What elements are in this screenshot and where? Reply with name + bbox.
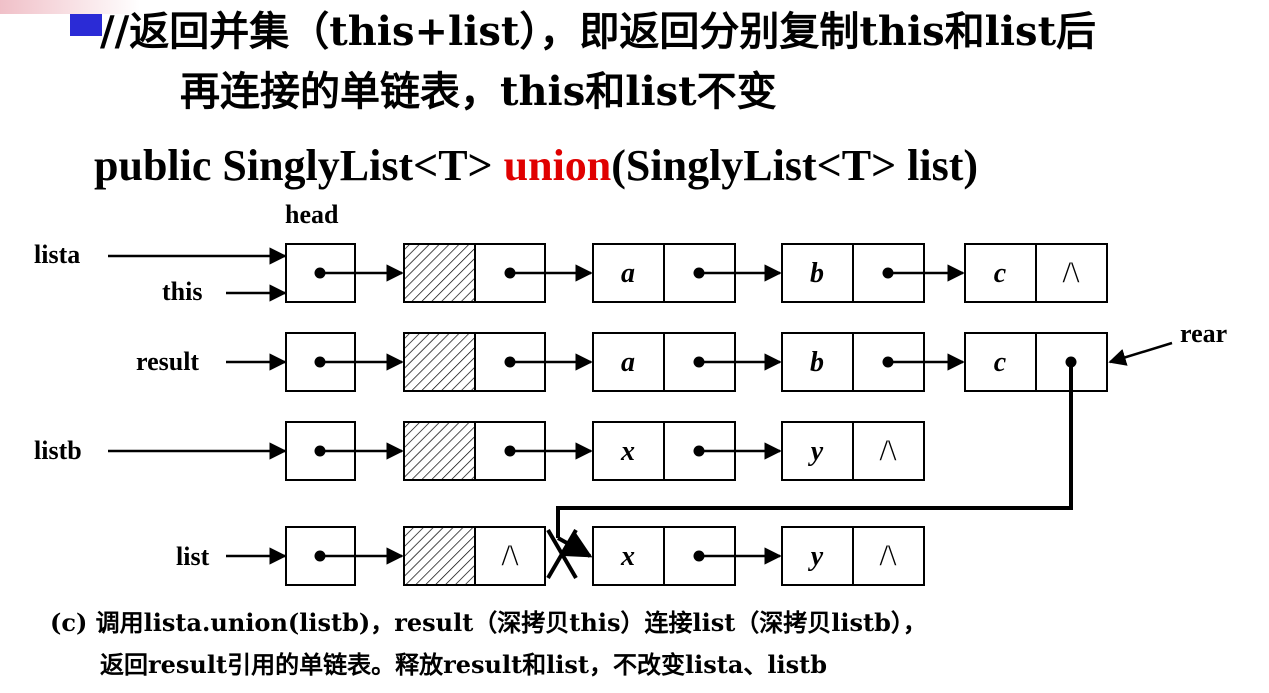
- signature-after: (SinglyList<T> list): [611, 141, 979, 190]
- listb-node-x-label: x: [620, 436, 635, 467]
- lista-node-c-null: /\: [1063, 256, 1080, 289]
- lista-header-data: [403, 243, 476, 303]
- arrow-rear: [1108, 341, 1173, 366]
- label-this: this: [162, 277, 202, 306]
- lista-node-c-label: c: [994, 258, 1007, 289]
- node-rows: a b c /\ a b c x y /\ /\ x y /\: [285, 243, 1108, 586]
- list-node-y-null: /\: [880, 539, 897, 572]
- list-header-data: [403, 526, 476, 586]
- title-line-2: 再连接的单链表，this和list不变: [180, 68, 777, 115]
- lista-node-a-label: a: [621, 258, 635, 289]
- label-head: head: [285, 200, 339, 229]
- caption-line-2: 返回result引用的单链表。释放result和list，不改变lista、li…: [100, 650, 827, 679]
- label-list: list: [176, 542, 210, 571]
- title-line-1: //返回并集（this+list），即返回分别复制this和list后: [100, 8, 1097, 55]
- label-listb: listb: [34, 436, 82, 465]
- linked-list-diagram: head lista this result listb list rear a…: [34, 200, 1227, 586]
- list-header-null: /\: [502, 539, 519, 572]
- figure-caption: (c) 调用lista.union(listb)，result（深拷贝this）…: [50, 602, 1250, 686]
- listb-node-y-null: /\: [880, 434, 897, 467]
- result-node-a-label: a: [621, 347, 635, 378]
- method-signature: public SinglyList<T> union(SinglyList<T>…: [94, 140, 978, 191]
- caption-line-1: (c) 调用lista.union(listb)，result（深拷贝this）…: [50, 608, 927, 637]
- label-lista: lista: [34, 240, 80, 269]
- listb-node-y-label: y: [808, 436, 824, 467]
- list-node-y-label: y: [808, 541, 824, 572]
- listb-header-data: [403, 421, 476, 481]
- label-rear: rear: [1180, 319, 1227, 348]
- decorative-block: [70, 14, 102, 36]
- result-node-c-label: c: [994, 347, 1007, 378]
- label-result: result: [136, 347, 199, 376]
- list-node-x-label: x: [620, 541, 635, 572]
- signature-before: public SinglyList<T>: [94, 141, 504, 190]
- lista-node-b-label: b: [810, 258, 824, 289]
- slide-title: //返回并集（this+list），即返回分别复制this和list后 再连接的…: [100, 2, 1260, 122]
- signature-keyword: union: [503, 141, 612, 190]
- result-node-b-label: b: [810, 347, 824, 378]
- result-header-data: [403, 332, 476, 392]
